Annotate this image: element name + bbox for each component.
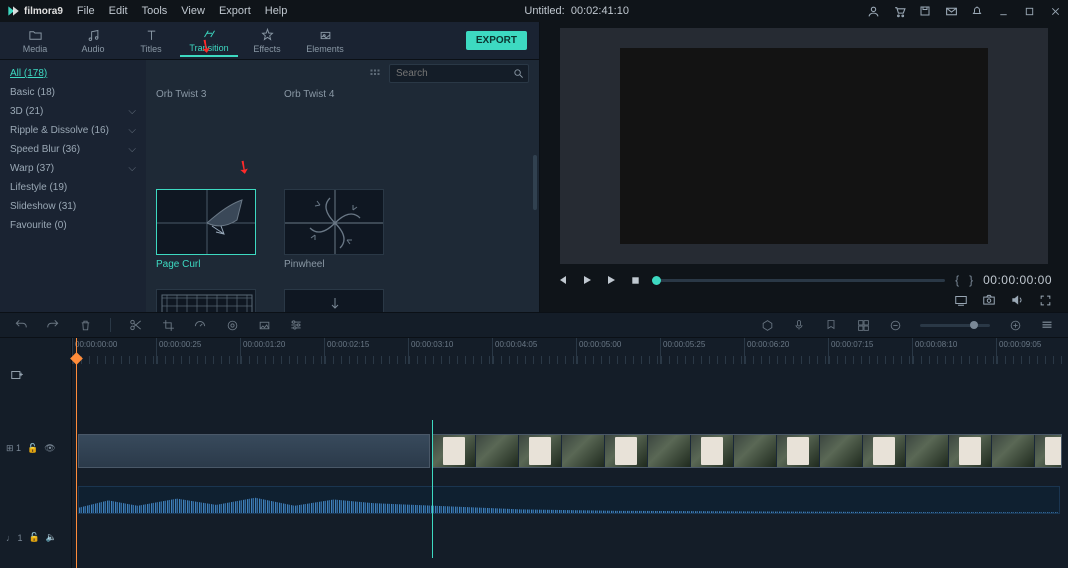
mark-in-icon[interactable]: {: [955, 273, 959, 287]
export-button[interactable]: EXPORT: [466, 31, 527, 50]
add-track-icon[interactable]: [10, 368, 24, 382]
filmora-logo-icon: [6, 4, 20, 18]
category-warp[interactable]: Warp (37)⌵: [0, 159, 146, 178]
nav-audio[interactable]: Audio: [64, 26, 122, 56]
quality-icon[interactable]: [954, 293, 968, 307]
category-3d[interactable]: 3D (21)⌵: [0, 102, 146, 121]
minimize-icon[interactable]: [996, 4, 1010, 18]
nav-titles[interactable]: Titles: [122, 26, 180, 56]
transition-pixels-in[interactable]: Pixels In: [284, 289, 384, 312]
category-basic[interactable]: Basic (18): [0, 83, 146, 102]
gallery-scrollbar[interactable]: [533, 155, 537, 210]
menu-tools[interactable]: Tools: [142, 5, 168, 17]
category-favourite[interactable]: Favourite (0): [0, 216, 146, 235]
green-screen-icon[interactable]: [257, 318, 271, 332]
timeline-ruler[interactable]: 00:00:00:0000:00:00:25 00:00:01:2000:00:…: [72, 338, 1068, 364]
menu-view[interactable]: View: [181, 5, 205, 17]
chevron-down-icon: ⌵: [128, 161, 136, 176]
menu-edit[interactable]: Edit: [109, 5, 128, 17]
audio-clip[interactable]: [78, 486, 1060, 514]
transition-item[interactable]: Orb Twist 4: [284, 89, 384, 177]
account-icon[interactable]: [866, 4, 880, 18]
snapshot-icon[interactable]: [982, 293, 996, 307]
nav-effects[interactable]: Effects: [238, 26, 296, 56]
volume-icon[interactable]: [1010, 293, 1024, 307]
playhead[interactable]: [76, 338, 77, 568]
delete-icon[interactable]: [78, 318, 92, 332]
chevron-down-icon: ⌵: [128, 142, 136, 157]
prev-frame-icon[interactable]: [556, 273, 570, 287]
stop-icon[interactable]: [628, 273, 642, 287]
category-all[interactable]: All (178): [0, 64, 146, 83]
mix-icon[interactable]: [760, 318, 774, 332]
play-icon[interactable]: [580, 273, 594, 287]
search-icon: [513, 68, 524, 79]
save-icon[interactable]: [918, 4, 932, 18]
lock-icon[interactable]: 🔓: [27, 443, 38, 454]
menu-file[interactable]: File: [77, 5, 95, 17]
voiceover-icon[interactable]: [792, 318, 806, 332]
mail-icon[interactable]: [944, 4, 958, 18]
audio-track-header[interactable]: ♩ 1 🔓 🔈: [6, 532, 66, 543]
app-logo: filmora9: [6, 4, 63, 18]
preview-timecode: 00:00:00:00: [983, 273, 1052, 287]
search-input[interactable]: [389, 64, 529, 83]
mark-out-icon[interactable]: }: [969, 273, 973, 287]
chevron-down-icon: ⌵: [128, 123, 136, 138]
project-title: Untitled: 00:02:41:10: [287, 5, 866, 17]
close-icon[interactable]: [1048, 4, 1062, 18]
category-lifestyle[interactable]: Lifestyle (19): [0, 178, 146, 197]
transition-item[interactable]: Orb Twist 3: [156, 89, 256, 177]
nav-elements[interactable]: Elements: [296, 26, 354, 56]
timeline[interactable]: ⊞ 1 🔓 👁 ♩ 1 🔓 🔈 00:00:00:0000:00:00:25 0…: [0, 338, 1068, 568]
crop-icon[interactable]: [161, 318, 175, 332]
lock-icon[interactable]: 🔓: [29, 532, 40, 543]
timeline-view-icon[interactable]: [1040, 318, 1054, 332]
category-list: All (178) Basic (18) 3D (21)⌵ Ripple & D…: [0, 60, 146, 312]
maximize-icon[interactable]: [1022, 4, 1036, 18]
video-clip-2[interactable]: PUBG Mobile Hack iPhone (No Jailbreak) &…: [432, 434, 1062, 468]
chevron-down-icon: ⌵: [128, 104, 136, 119]
nav-media[interactable]: Media: [6, 26, 64, 56]
next-frame-icon[interactable]: [604, 273, 618, 287]
transition-grid: Orb Twist 3 Orb Twist 4 Page Curl ➘ Pinw…: [146, 87, 539, 312]
category-slideshow[interactable]: Slideshow (31): [0, 197, 146, 216]
zoom-in-icon[interactable]: [1008, 318, 1022, 332]
visibility-icon[interactable]: 👁: [44, 443, 55, 454]
speed-icon[interactable]: [193, 318, 207, 332]
undo-icon[interactable]: [14, 318, 28, 332]
cart-icon[interactable]: [892, 4, 906, 18]
render-icon[interactable]: [856, 318, 870, 332]
category-ripple[interactable]: Ripple & Dissolve (16)⌵: [0, 121, 146, 140]
clip-boundary: [432, 420, 433, 558]
transition-pinwheel[interactable]: Pinwheel: [284, 189, 384, 277]
category-speedblur[interactable]: Speed Blur (36)⌵: [0, 140, 146, 159]
preview-scrubber[interactable]: [652, 279, 945, 282]
split-icon[interactable]: [129, 318, 143, 332]
nav-transition[interactable]: Transition: [180, 25, 238, 57]
zoom-slider[interactable]: [920, 324, 990, 327]
marker-icon[interactable]: [824, 318, 838, 332]
transition-page-curl[interactable]: Page Curl ➘: [156, 189, 256, 277]
color-icon[interactable]: [225, 318, 239, 332]
menu-export[interactable]: Export: [219, 5, 251, 17]
adjust-icon[interactable]: [289, 318, 303, 332]
grid-view-icon[interactable]: [369, 68, 381, 80]
video-clip-1[interactable]: PUBG Mobile Hack iPhone (No Jailbreak) &…: [78, 434, 430, 468]
transition-pixelate[interactable]: Pixelate: [156, 289, 256, 312]
redo-icon[interactable]: [46, 318, 60, 332]
menu-help[interactable]: Help: [265, 5, 288, 17]
preview-viewport: [560, 28, 1048, 264]
mute-icon[interactable]: 🔈: [46, 532, 57, 543]
video-track-header[interactable]: ⊞ 1 🔓 👁: [6, 443, 66, 454]
notification-icon[interactable]: [970, 4, 984, 18]
fullscreen-icon[interactable]: [1038, 293, 1052, 307]
zoom-out-icon[interactable]: [888, 318, 902, 332]
